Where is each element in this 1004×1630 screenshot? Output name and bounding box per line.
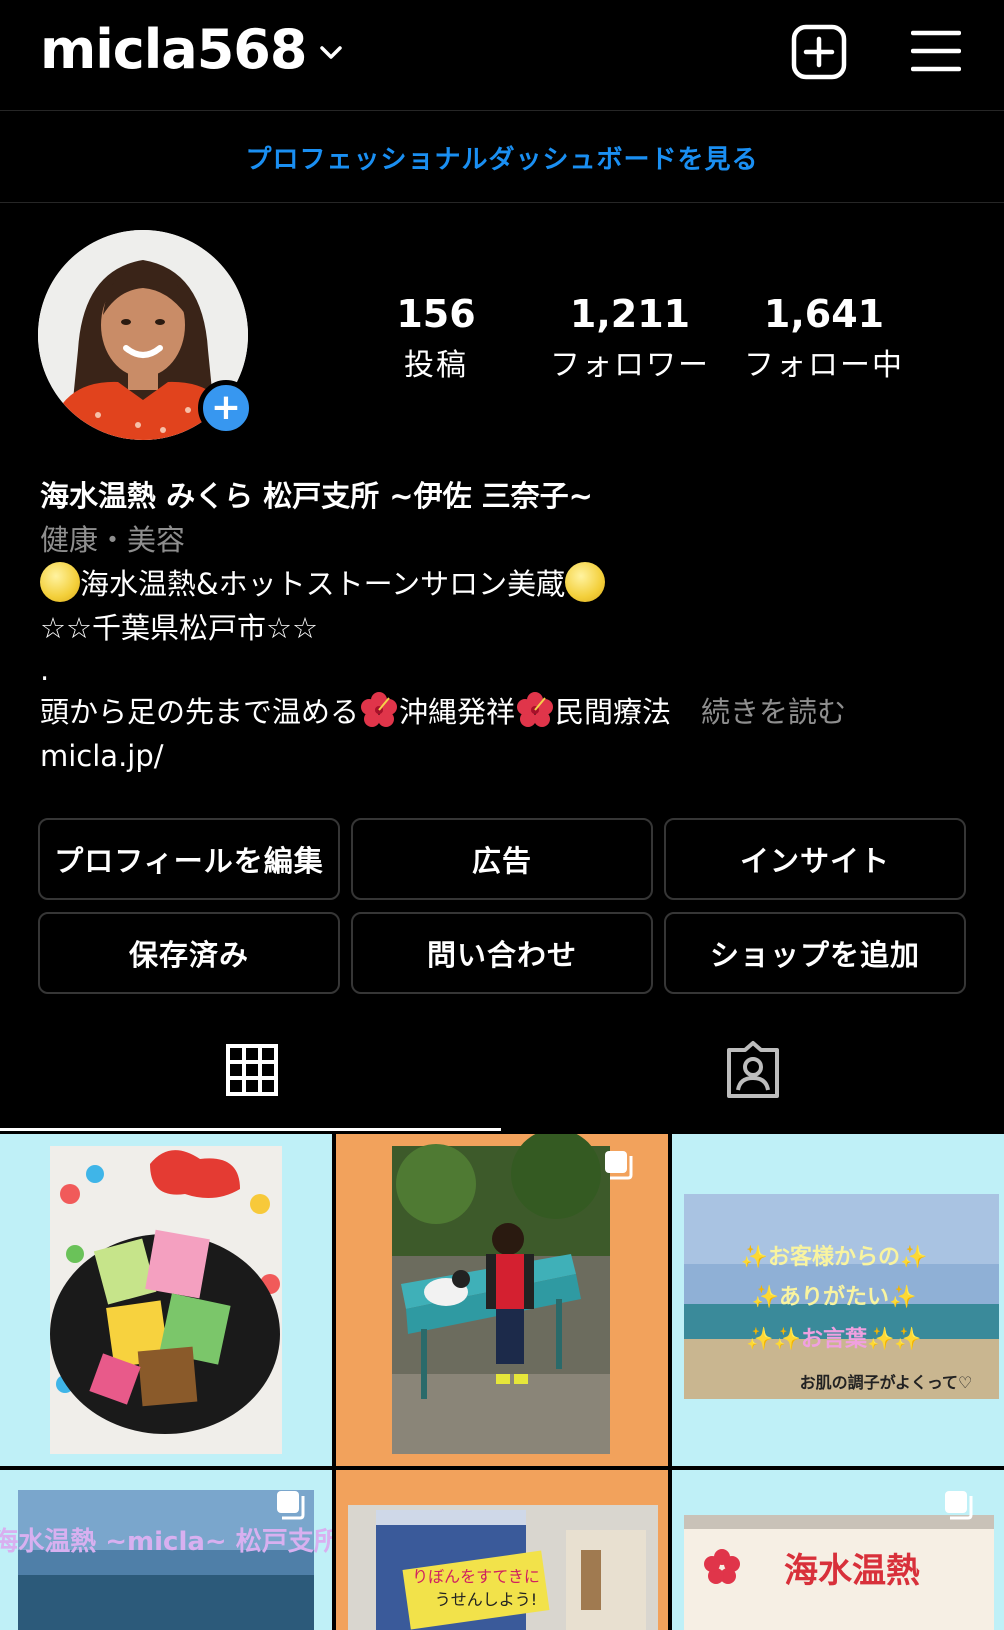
account-switcher[interactable]: micla568 [40,18,343,81]
contact-button[interactable]: 問い合わせ [351,912,653,994]
profile-bio: 海水温熱 みくら 松戸支所 ~伊佐 三奈子~ 健康・美容 海水温熱&ホットストー… [40,474,980,778]
carousel-icon [605,1151,633,1180]
post-image: ✨お客様からの✨ ✨ありがたい✨ ✨✨お言葉✨✨ お肌の調子がよくって♡ [684,1194,999,1399]
post-overlay-text: りぼんをすてきに [412,1567,540,1586]
tagged-tab-icon[interactable] [723,1040,783,1100]
chevron-down-icon [320,45,343,59]
carousel-icon [945,1491,973,1520]
profile-category: 健康・美容 [40,523,186,557]
moon-emoji-icon [40,562,80,602]
add-shop-button[interactable]: ショップを追加 [664,912,966,994]
grid-tab-icon[interactable] [222,1040,282,1100]
bio-line: 海水温熱&ホットストーンサロン美蔵 [40,562,980,606]
post-overlay-text: ✨✨お言葉✨✨ [746,1326,922,1352]
following-count[interactable]: 1,641 フォロー中 [724,292,924,384]
post-thumbnail[interactable]: 海水温熱 ~micla~ 松戸支所 [0,1470,332,1630]
professional-dashboard-link[interactable]: プロフェッショナルダッシュボードを見る [0,112,1004,202]
posts-count[interactable]: 156 投稿 [336,292,536,384]
stat-label: 投稿 [404,348,468,383]
followers-count[interactable]: 1,211 フォロワー [530,292,730,384]
read-more-link[interactable]: 続きを読む [701,695,846,729]
post-thumbnail[interactable] [336,1134,668,1466]
saved-button[interactable]: 保存済み [38,912,340,994]
bio-text: 海水温熱&ホットストーンサロン美蔵 [80,567,566,601]
website-link[interactable]: micla.jp/ [40,734,980,778]
new-post-icon[interactable] [791,24,847,80]
post-image: りぼんをすてきに うせんしよう! [348,1505,658,1630]
dashboard-link-label: プロフェッショナルダッシュボードを見る [245,144,759,175]
post-thumbnail[interactable]: りぼんをすてきに うせんしよう! [336,1470,668,1630]
bio-line: 頭から足の先まで温める 沖縄発祥 民間療法 続きを読む [40,690,980,734]
stat-label: フォロー中 [744,348,904,383]
add-story-button[interactable]: + [198,380,254,436]
stat-label: フォロワー [550,348,710,383]
insights-button[interactable]: インサイト [664,818,966,900]
post-image [50,1146,282,1454]
bio-text: 沖縄発祥 [399,695,516,729]
stat-value: 156 [396,292,476,336]
bio-line: ☆☆千葉県松戸市☆☆ [40,611,318,645]
stat-value: 1,641 [763,292,885,336]
display-name: 海水温熱 みくら 松戸支所 ~伊佐 三奈子~ [40,479,593,513]
ads-button[interactable]: 広告 [351,818,653,900]
hamburger-menu-icon[interactable] [911,28,961,74]
post-overlay-text: 海水温熱 [784,1551,920,1591]
post-overlay-text: 海水温熱 ~micla~ 松戸支所 [0,1527,332,1557]
stat-value: 1,211 [569,292,691,336]
edit-profile-button[interactable]: プロフィールを編集 [38,818,340,900]
moon-emoji-icon [565,562,606,602]
post-thumbnail[interactable]: 海水温熱 [672,1470,1004,1630]
bio-line: . [40,653,50,687]
divider [0,202,1004,203]
username-label: micla568 [40,18,307,81]
bio-text: 頭から足の先まで温める [40,695,360,729]
post-thumbnail[interactable] [0,1134,332,1466]
active-tab-indicator [0,1128,501,1131]
hibiscus-emoji-icon [361,692,398,727]
divider [0,110,1004,111]
bio-text: 民間療法 [555,695,672,729]
post-overlay-text: ✨お客様からの✨ [741,1244,928,1270]
post-overlay-text: うせんしよう! [435,1590,537,1609]
carousel-icon [277,1491,305,1520]
post-caption-text: お肌の調子がよくって♡ [800,1373,973,1392]
post-thumbnail[interactable]: ✨お客様からの✨ ✨ありがたい✨ ✨✨お言葉✨✨ お肌の調子がよくって♡ [672,1134,1004,1466]
top-bar: micla568 [0,0,1004,110]
post-overlay-text: ✨ありがたい✨ [752,1284,917,1310]
hibiscus-emoji-icon [517,692,554,727]
post-image [392,1134,610,1454]
